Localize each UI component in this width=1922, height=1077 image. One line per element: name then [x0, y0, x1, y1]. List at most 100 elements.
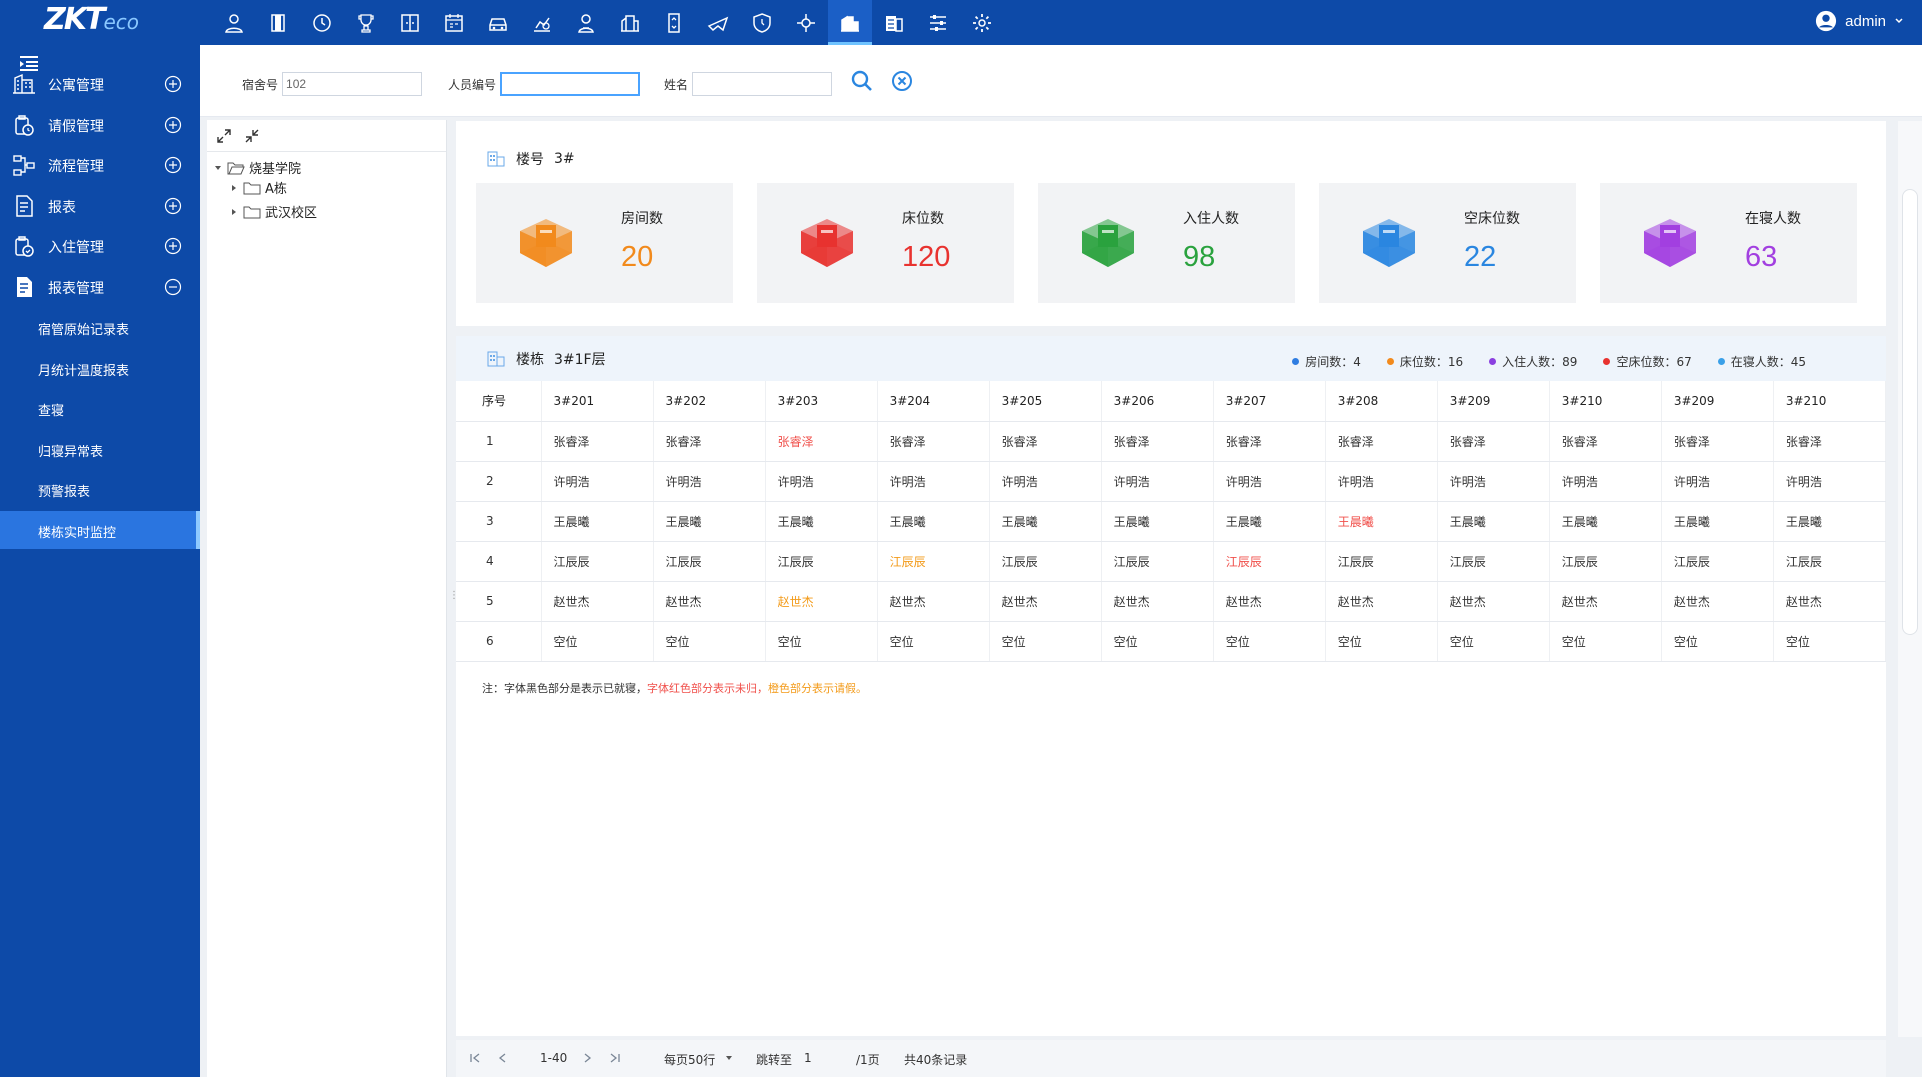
expand-circle-icon[interactable]	[164, 237, 182, 255]
module-tab-person[interactable]	[212, 0, 256, 45]
tree-node-wuhan-campus[interactable]: 武汉校区	[229, 202, 317, 221]
occupant-cell[interactable]: 张睿泽	[989, 421, 1102, 462]
occupant-cell[interactable]: 张睿泽	[765, 421, 878, 462]
occupant-cell[interactable]: 张睿泽	[1101, 421, 1214, 462]
sidebar-menu-leave[interactable]: 请假管理	[0, 105, 200, 145]
module-tab-clock[interactable]	[300, 0, 344, 45]
sidebar-subitem[interactable]: 查寝	[0, 389, 200, 427]
occupant-cell[interactable]: 江辰辰	[1661, 541, 1774, 582]
per-page-select[interactable]: 每页50行	[664, 1051, 715, 1068]
occupant-cell[interactable]: 张睿泽	[1549, 421, 1662, 462]
occupant-cell[interactable]: 王晨曦	[1437, 501, 1550, 542]
sidebar-menu-apartment[interactable]: 公寓管理	[0, 64, 200, 104]
tree-node-a-building[interactable]: A栋	[229, 178, 287, 197]
occupant-cell[interactable]: 江辰辰	[1773, 541, 1887, 582]
occupant-cell[interactable]: 江辰辰	[1325, 541, 1438, 582]
module-tab-shield[interactable]	[740, 0, 784, 45]
occupant-cell[interactable]: 江辰辰	[1101, 541, 1214, 582]
occupant-cell[interactable]: 空位	[653, 621, 766, 662]
prev-page-icon[interactable]	[496, 1051, 510, 1065]
person-id-input[interactable]	[500, 72, 641, 96]
expand-circle-icon[interactable]	[164, 116, 182, 134]
search-icon[interactable]	[850, 69, 874, 93]
occupant-cell[interactable]: 赵世杰	[877, 581, 990, 622]
collapse-all-icon[interactable]	[245, 129, 259, 143]
collapse-circle-icon[interactable]	[164, 278, 182, 296]
module-tab-car[interactable]	[476, 0, 520, 45]
vertical-scrollbar[interactable]	[1898, 121, 1922, 1037]
occupant-cell[interactable]: 张睿泽	[1437, 421, 1550, 462]
occupant-cell[interactable]: 许明浩	[653, 461, 766, 502]
next-page-icon[interactable]	[580, 1051, 594, 1065]
occupant-cell[interactable]: 赵世杰	[1213, 581, 1326, 622]
occupant-cell[interactable]: 张睿泽	[1773, 421, 1887, 462]
module-tab-sliders[interactable]	[916, 0, 960, 45]
occupant-cell[interactable]: 赵世杰	[1325, 581, 1438, 622]
occupant-cell[interactable]: 许明浩	[541, 461, 654, 502]
dorm-input[interactable]	[282, 72, 423, 96]
occupant-cell[interactable]: 赵世杰	[765, 581, 878, 622]
sidebar-menu-checkin[interactable]: 入住管理	[0, 226, 200, 266]
occupant-cell[interactable]: 赵世杰	[1549, 581, 1662, 622]
last-page-icon[interactable]	[608, 1051, 622, 1065]
occupant-cell[interactable]: 张睿泽	[1213, 421, 1326, 462]
sidebar-subitem[interactable]: 月统计温度报表	[0, 349, 200, 387]
occupant-cell[interactable]: 赵世杰	[1437, 581, 1550, 622]
sidebar-menu-report-manage[interactable]: 报表管理	[0, 267, 200, 307]
module-tab-schedule[interactable]	[432, 0, 476, 45]
occupant-cell[interactable]: 赵世杰	[1101, 581, 1214, 622]
expand-circle-icon[interactable]	[164, 197, 182, 215]
occupant-cell[interactable]: 王晨曦	[877, 501, 990, 542]
occupant-cell[interactable]: 江辰辰	[653, 541, 766, 582]
occupant-cell[interactable]: 王晨曦	[765, 501, 878, 542]
occupant-cell[interactable]: 张睿泽	[541, 421, 654, 462]
occupant-cell[interactable]: 赵世杰	[653, 581, 766, 622]
sidebar-subitem[interactable]: 楼栋实时监控	[0, 510, 200, 549]
name-input[interactable]	[692, 72, 833, 96]
caret-right-icon[interactable]	[229, 183, 239, 193]
sidebar-menu-workflow[interactable]: 流程管理	[0, 145, 200, 185]
expand-circle-icon[interactable]	[164, 156, 182, 174]
caret-right-icon[interactable]	[229, 207, 239, 217]
occupant-cell[interactable]: 王晨曦	[1773, 501, 1887, 542]
sidebar-subitem[interactable]: 宿管原始记录表	[0, 308, 200, 346]
module-tab-building[interactable]	[608, 0, 652, 45]
occupant-cell[interactable]: 王晨曦	[541, 501, 654, 542]
occupant-cell[interactable]: 江辰辰	[1437, 541, 1550, 582]
user-menu[interactable]: admin	[1815, 10, 1904, 32]
sidebar-menu-report[interactable]: 报表	[0, 186, 200, 226]
panel-splitter-handle[interactable]: ⋮	[449, 590, 459, 604]
module-tab-door[interactable]	[388, 0, 432, 45]
occupant-cell[interactable]: 许明浩	[1773, 461, 1887, 502]
occupant-cell[interactable]: 空位	[877, 621, 990, 662]
expand-circle-icon[interactable]	[164, 75, 182, 93]
occupant-cell[interactable]: 许明浩	[989, 461, 1102, 502]
occupant-cell[interactable]: 赵世杰	[541, 581, 654, 622]
occupant-cell[interactable]: 张睿泽	[1661, 421, 1774, 462]
module-tab-office[interactable]	[872, 0, 916, 45]
occupant-cell[interactable]: 许明浩	[1661, 461, 1774, 502]
module-tab-card[interactable]	[256, 0, 300, 45]
occupant-cell[interactable]: 张睿泽	[1325, 421, 1438, 462]
occupant-cell[interactable]: 许明浩	[1437, 461, 1550, 502]
occupant-cell[interactable]: 江辰辰	[1549, 541, 1662, 582]
occupant-cell[interactable]: 空位	[541, 621, 654, 662]
occupant-cell[interactable]: 江辰辰	[1213, 541, 1326, 582]
occupant-cell[interactable]: 王晨曦	[1213, 501, 1326, 542]
scrollbar-thumb[interactable]	[1902, 189, 1918, 635]
occupant-cell[interactable]: 空位	[765, 621, 878, 662]
module-tab-plane[interactable]	[696, 0, 740, 45]
occupant-cell[interactable]: 许明浩	[1213, 461, 1326, 502]
occupant-cell[interactable]: 江辰辰	[541, 541, 654, 582]
occupant-cell[interactable]: 王晨曦	[1101, 501, 1214, 542]
goto-input[interactable]: 1	[804, 1051, 812, 1065]
occupant-cell[interactable]: 空位	[1437, 621, 1550, 662]
occupant-cell[interactable]: 许明浩	[1325, 461, 1438, 502]
occupant-cell[interactable]: 空位	[1549, 621, 1662, 662]
occupant-cell[interactable]: 王晨曦	[653, 501, 766, 542]
module-tab-visitor[interactable]	[564, 0, 608, 45]
occupant-cell[interactable]: 江辰辰	[989, 541, 1102, 582]
module-tab-gear[interactable]	[960, 0, 1004, 45]
clear-icon[interactable]	[890, 69, 914, 93]
occupant-cell[interactable]: 许明浩	[765, 461, 878, 502]
